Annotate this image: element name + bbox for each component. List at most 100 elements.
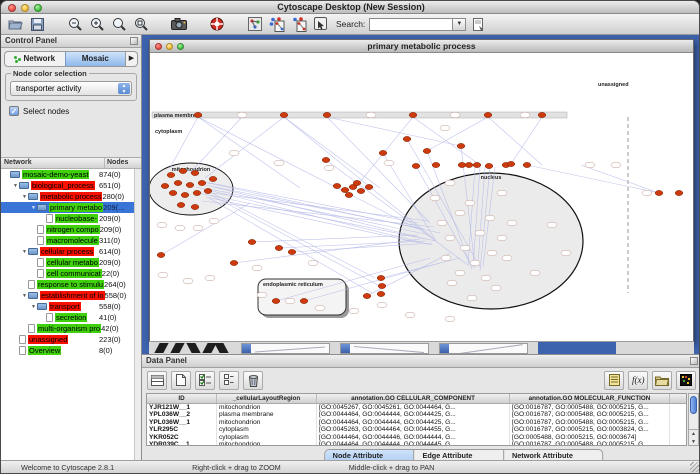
gene-node-selected[interactable] bbox=[300, 298, 308, 303]
snapshot-icon[interactable] bbox=[170, 16, 188, 33]
zoom-out-icon[interactable] bbox=[66, 16, 84, 33]
table-icon[interactable] bbox=[147, 371, 167, 390]
gene-node[interactable] bbox=[487, 250, 497, 256]
tree-row[interactable]: multi-organism pro42(0) bbox=[1, 323, 134, 334]
tree-row[interactable]: cellular metabo209(0) bbox=[1, 257, 134, 268]
table-scrollbar-thumb[interactable] bbox=[690, 396, 697, 414]
gene-node[interactable] bbox=[491, 285, 501, 291]
gene-node-selected[interactable] bbox=[345, 192, 353, 197]
gene-node-selected[interactable] bbox=[167, 172, 175, 177]
expander-icon[interactable]: ▼ bbox=[30, 205, 37, 211]
gene-node-selected[interactable] bbox=[209, 176, 217, 181]
tree-column-nodes[interactable]: Nodes bbox=[105, 158, 141, 168]
tree-row[interactable]: ▼transport558(0) bbox=[1, 301, 134, 312]
gene-node-selected[interactable] bbox=[377, 275, 385, 280]
gene-node-selected[interactable] bbox=[191, 204, 199, 209]
gene-node[interactable] bbox=[441, 255, 451, 261]
function-builder-icon[interactable]: f(x) bbox=[628, 371, 648, 390]
table-scrollbar[interactable]: ▲▼ bbox=[688, 393, 699, 446]
gene-node-selected[interactable] bbox=[409, 112, 417, 117]
column-header[interactable]: ID bbox=[147, 394, 217, 403]
gene-node[interactable] bbox=[507, 220, 517, 226]
gene-node[interactable] bbox=[467, 295, 477, 301]
tree-row[interactable]: macromolecule311(0) bbox=[1, 235, 134, 246]
gene-node[interactable] bbox=[455, 270, 465, 276]
gene-node[interactable] bbox=[455, 210, 465, 216]
gene-node-selected[interactable] bbox=[322, 157, 330, 162]
resize-grip[interactable] bbox=[690, 462, 700, 472]
network-canvas[interactable]: plasma membranecytoplasmmitochondrionnuc… bbox=[150, 53, 693, 341]
help-ring-icon[interactable] bbox=[208, 16, 226, 33]
float-data-panel-icon[interactable] bbox=[690, 357, 698, 365]
expander-icon[interactable]: ▼ bbox=[12, 183, 19, 189]
gene-node[interactable] bbox=[430, 195, 440, 201]
annotation-icon[interactable] bbox=[312, 16, 330, 33]
gene-node[interactable] bbox=[377, 302, 387, 308]
gene-node-selected[interactable] bbox=[198, 180, 206, 185]
matrix-icon[interactable] bbox=[676, 371, 696, 390]
gene-node-selected[interactable] bbox=[432, 162, 440, 167]
gene-node-selected[interactable] bbox=[169, 190, 177, 195]
search-dropdown-button[interactable]: ▼ bbox=[453, 18, 466, 31]
gene-node[interactable] bbox=[175, 225, 185, 231]
node-color-select[interactable]: transporter activity ▲▼ bbox=[10, 81, 132, 96]
gene-node-selected[interactable] bbox=[473, 162, 481, 167]
gene-node[interactable] bbox=[384, 160, 394, 166]
table-row[interactable]: YLR295Ccytoplasm[GO:0045263, GO:0044464,… bbox=[147, 426, 686, 433]
gene-node[interactable] bbox=[642, 190, 652, 196]
table-row[interactable]: YJR121W__1mitochondrion[GO:0045267, GO:0… bbox=[147, 404, 686, 411]
gene-node[interactable] bbox=[470, 260, 480, 266]
gene-node-selected[interactable] bbox=[485, 163, 493, 168]
gene-node[interactable] bbox=[611, 162, 621, 168]
gene-node[interactable] bbox=[447, 280, 457, 286]
gene-node-selected[interactable] bbox=[193, 190, 201, 195]
gene-node-selected[interactable] bbox=[181, 192, 189, 197]
gene-node[interactable] bbox=[450, 112, 460, 118]
gene-node-selected[interactable] bbox=[655, 190, 663, 195]
network-overlay-icon-2[interactable] bbox=[290, 16, 308, 33]
gene-node-selected[interactable] bbox=[157, 252, 165, 257]
window-titlebar[interactable]: Cytoscape Desktop (New Session) bbox=[1, 1, 700, 14]
gene-node-selected[interactable] bbox=[341, 187, 349, 192]
open-icon[interactable] bbox=[6, 16, 24, 33]
expander-icon[interactable]: ▼ bbox=[21, 293, 28, 299]
gene-node[interactable] bbox=[349, 308, 359, 314]
expander-icon[interactable]: ▼ bbox=[21, 249, 28, 255]
gene-node[interactable] bbox=[497, 190, 507, 196]
tree-row[interactable]: ▼biological_process651(0) bbox=[1, 180, 134, 191]
gene-node-selected[interactable] bbox=[248, 239, 256, 244]
select-nodes-checkbox[interactable]: ✓ bbox=[9, 106, 19, 116]
gene-node[interactable] bbox=[445, 235, 455, 241]
minimized-window[interactable] bbox=[241, 343, 330, 354]
gene-node-selected[interactable] bbox=[272, 298, 280, 303]
gene-node-selected[interactable] bbox=[174, 180, 182, 185]
minimized-window[interactable] bbox=[439, 343, 528, 354]
gene-node[interactable] bbox=[465, 200, 475, 206]
gene-node-selected[interactable] bbox=[275, 245, 283, 250]
gene-node[interactable] bbox=[502, 255, 512, 261]
gene-node-selected[interactable] bbox=[194, 112, 202, 117]
gene-node[interactable] bbox=[257, 292, 267, 298]
expander-icon[interactable]: ▼ bbox=[21, 194, 28, 200]
gene-node[interactable] bbox=[460, 245, 470, 251]
gene-node[interactable] bbox=[193, 225, 203, 231]
gene-node-selected[interactable] bbox=[457, 143, 465, 148]
gene-node[interactable] bbox=[547, 222, 557, 228]
attribute-list-icon[interactable] bbox=[604, 371, 624, 390]
gene-node[interactable] bbox=[183, 278, 193, 284]
vizmapper-icon[interactable] bbox=[246, 16, 264, 33]
gene-node[interactable] bbox=[157, 222, 167, 228]
gene-node-selected[interactable] bbox=[465, 162, 473, 167]
network-overlay-icon-1[interactable] bbox=[268, 16, 286, 33]
gene-node-selected[interactable] bbox=[357, 188, 365, 193]
gene-node[interactable] bbox=[585, 162, 595, 168]
gene-node-selected[interactable] bbox=[523, 162, 531, 167]
tree-row[interactable]: nitrogen compo209(0) bbox=[1, 224, 134, 235]
gene-node[interactable] bbox=[481, 275, 491, 281]
table-row[interactable]: YKR052Ccytoplasm[GO:0044464, GO:0044446,… bbox=[147, 434, 686, 441]
expander-icon[interactable]: ▼ bbox=[30, 304, 37, 310]
gene-node-selected[interactable] bbox=[538, 112, 546, 117]
tree-row[interactable]: ▼metabolic process280(0) bbox=[1, 191, 134, 202]
gene-node-selected[interactable] bbox=[333, 183, 341, 188]
network-graph[interactable]: plasma membranecytoplasmmitochondrionnuc… bbox=[150, 53, 693, 341]
